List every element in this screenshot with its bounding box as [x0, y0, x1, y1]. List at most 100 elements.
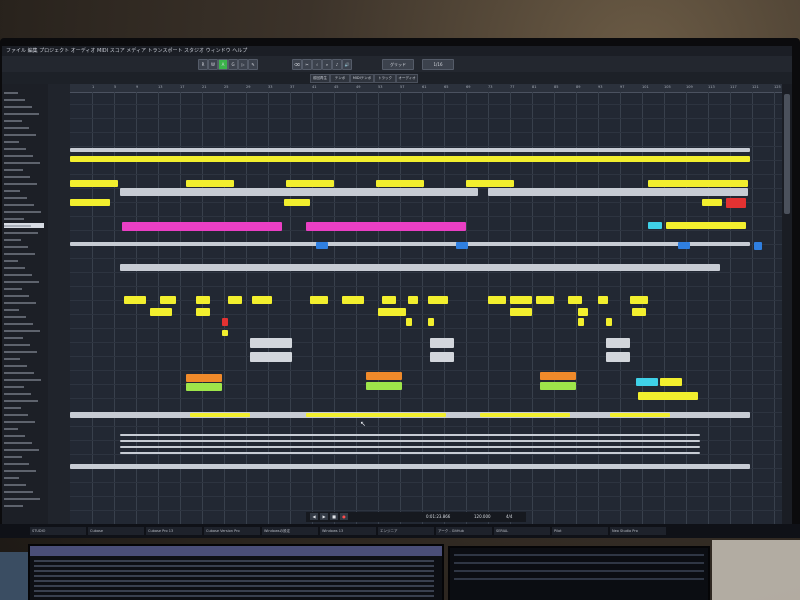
event-clip[interactable]: [70, 148, 750, 152]
event-clip[interactable]: [316, 242, 328, 249]
event-clip[interactable]: [430, 352, 454, 362]
zoom-icon[interactable]: ⌕: [322, 59, 332, 70]
taskbar-item[interactable]: Cubase Pro 13: [146, 527, 202, 535]
track-row[interactable]: [4, 104, 44, 109]
event-clip[interactable]: [488, 188, 748, 196]
subbar-btn-4[interactable]: トラック: [374, 74, 396, 83]
event-clip[interactable]: [606, 338, 630, 348]
speaker-icon[interactable]: 🔊: [342, 59, 352, 70]
track-row[interactable]: [4, 461, 44, 466]
track-row[interactable]: [4, 209, 44, 214]
event-clip[interactable]: [160, 296, 176, 304]
subbar-btn-5[interactable]: オーディオ: [396, 74, 418, 83]
event-clip[interactable]: [382, 296, 396, 304]
automation-button[interactable]: A: [218, 59, 228, 70]
event-clip[interactable]: [196, 308, 210, 316]
project-window[interactable]: 1 5 9 13 17 21 25 29 33 37 41 45 49 53 57 61 65 69 73 77 81 8…: [70, 84, 782, 524]
rewind-icon[interactable]: ◀: [310, 513, 318, 520]
track-row[interactable]: [4, 139, 44, 144]
track-row[interactable]: [4, 118, 44, 123]
quantize-dropdown[interactable]: 1/16: [422, 59, 454, 70]
event-clip[interactable]: [286, 180, 334, 187]
track-row[interactable]: [4, 286, 44, 291]
event-clip[interactable]: [310, 296, 328, 304]
track-row[interactable]: [4, 447, 44, 452]
track-row[interactable]: [4, 300, 44, 305]
vertical-scrollbar[interactable]: [782, 84, 792, 524]
event-clip[interactable]: [252, 296, 272, 304]
track-row[interactable]: [4, 97, 44, 102]
event-clip[interactable]: [536, 296, 554, 304]
event-clip[interactable]: [606, 352, 630, 362]
event-clip[interactable]: [666, 222, 746, 229]
track-row[interactable]: [4, 328, 44, 333]
event-clip[interactable]: [122, 222, 282, 231]
pencil-icon[interactable]: ✎: [248, 59, 258, 70]
play-icon[interactable]: ▷: [238, 59, 248, 70]
event-clip[interactable]: [610, 413, 670, 417]
track-row[interactable]: [4, 244, 44, 249]
track-row[interactable]: [4, 195, 44, 200]
subbar-btn-3[interactable]: MIDIテンポ: [350, 74, 374, 83]
event-clip[interactable]: [488, 296, 506, 304]
track-row[interactable]: [4, 146, 44, 151]
stop-icon[interactable]: ■: [330, 513, 338, 520]
track-row[interactable]: [4, 125, 44, 130]
track-row[interactable]: [4, 391, 44, 396]
track-row[interactable]: [4, 307, 44, 312]
subbar-btn-1[interactable]: 前回再生: [310, 74, 330, 83]
event-clip[interactable]: [510, 308, 532, 316]
track-row[interactable]: [4, 496, 44, 501]
group-button[interactable]: G: [228, 59, 238, 70]
track-row[interactable]: [4, 433, 44, 438]
record-mode-button[interactable]: R: [198, 59, 208, 70]
track-row[interactable]: [4, 174, 44, 179]
taskbar-item[interactable]: Pilot: [552, 527, 608, 535]
event-clip[interactable]: [428, 318, 434, 326]
hand-icon[interactable]: ☝: [312, 59, 322, 70]
taskbar-item[interactable]: アーク - GitHub: [436, 527, 492, 535]
track-row[interactable]: [4, 468, 44, 473]
track-row[interactable]: [4, 258, 44, 263]
event-clip[interactable]: [648, 222, 662, 229]
track-row[interactable]: [4, 237, 44, 242]
event-clip[interactable]: [578, 318, 584, 326]
event-clip[interactable]: [284, 199, 310, 206]
track-row[interactable]: [4, 454, 44, 459]
track-row[interactable]: [4, 251, 44, 256]
event-clip[interactable]: [120, 452, 700, 454]
event-clip[interactable]: [366, 372, 402, 380]
scroll-thumb[interactable]: [784, 94, 790, 214]
event-clip[interactable]: [222, 330, 228, 336]
event-clip[interactable]: [540, 372, 576, 380]
event-clip[interactable]: [366, 382, 402, 390]
track-list[interactable]: [2, 84, 49, 524]
event-clip[interactable]: [754, 242, 762, 250]
event-clip[interactable]: [702, 199, 722, 206]
event-clip[interactable]: [228, 296, 242, 304]
event-clip[interactable]: [190, 413, 250, 417]
track-row[interactable]: [4, 153, 44, 158]
track-row[interactable]: [4, 132, 44, 137]
event-clip[interactable]: [408, 296, 418, 304]
event-clip[interactable]: [456, 242, 468, 249]
taskbar-item[interactable]: Windowsの設定: [262, 527, 318, 535]
track-row[interactable]: [4, 503, 44, 508]
event-clip[interactable]: [638, 392, 698, 400]
track-row[interactable]: [4, 377, 44, 382]
note-icon[interactable]: ♪: [332, 59, 342, 70]
event-clip[interactable]: [606, 318, 612, 326]
track-row[interactable]: [4, 489, 44, 494]
taskbar-item[interactable]: Neo Studio Pro: [610, 527, 666, 535]
taskbar-item[interactable]: Windows 13: [320, 527, 376, 535]
event-clip[interactable]: [726, 198, 746, 208]
track-row[interactable]: [4, 405, 44, 410]
event-clip[interactable]: [70, 464, 750, 469]
eraser-icon[interactable]: ⌫: [292, 59, 302, 70]
track-row[interactable]: [4, 412, 44, 417]
track-row[interactable]: [4, 363, 44, 368]
scissors-icon[interactable]: ✂: [302, 59, 312, 70]
track-row[interactable]: [4, 370, 44, 375]
track-row[interactable]: [4, 384, 44, 389]
track-row[interactable]: [4, 160, 44, 165]
